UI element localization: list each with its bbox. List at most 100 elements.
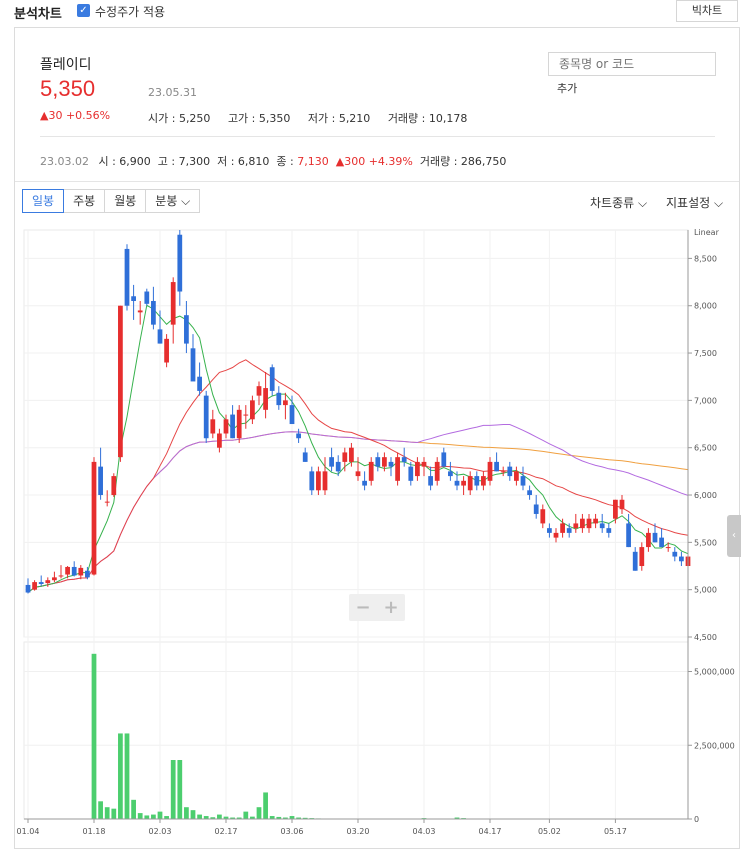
candle-body (448, 471, 453, 477)
candle-body (540, 509, 546, 524)
candle-body (316, 471, 321, 491)
candle-body (335, 461, 341, 472)
chevron-left-icon[interactable]: ‹ (727, 515, 741, 557)
candle-body (296, 433, 301, 439)
volume-tick-label: 0 (694, 815, 699, 824)
volume-bar (256, 807, 262, 819)
volume-bar (118, 733, 123, 819)
candle-body (309, 471, 315, 491)
candle-body (190, 348, 196, 382)
candle-body (157, 329, 163, 344)
candle-body (626, 523, 631, 548)
candle-body (144, 291, 150, 304)
candle-body (283, 400, 288, 406)
volume-bar (243, 811, 249, 819)
date-tick-label: 03.20 (347, 827, 370, 836)
candle-body (533, 504, 539, 514)
candle-body (355, 471, 361, 477)
candle-body (223, 419, 229, 434)
zoom-in-icon[interactable]: + (377, 594, 405, 621)
scale-label: Linear (694, 228, 720, 237)
candle-body (322, 471, 328, 491)
candle-body (566, 528, 572, 533)
price-tick-label: 5,000 (694, 586, 717, 595)
price-tick-label: 7,000 (694, 396, 717, 405)
zoom-out-icon[interactable]: − (349, 594, 377, 621)
candle-body (203, 395, 209, 439)
candle-body (421, 461, 427, 467)
candle-body (170, 282, 176, 325)
candle-body (593, 518, 598, 524)
candle-body (652, 532, 658, 543)
date-tick-label: 03.06 (281, 827, 304, 836)
candle-body (177, 234, 183, 292)
candle-body (38, 582, 44, 584)
candle-body (236, 409, 242, 439)
candle-body (599, 523, 605, 529)
candle-body (619, 499, 625, 510)
date-tick-label: 02.03 (149, 827, 172, 836)
candle-body (487, 461, 493, 481)
candle-body (45, 580, 51, 584)
candle-body (500, 471, 506, 473)
candle-body (395, 457, 400, 481)
volume-bar (197, 814, 202, 819)
volume-bar (144, 815, 150, 819)
candle-body (388, 461, 394, 467)
candle-body (151, 300, 156, 325)
volume-bars (91, 653, 466, 820)
candle-body (98, 466, 103, 496)
price-tick-label: 8,500 (694, 254, 717, 263)
volume-bar (157, 811, 163, 819)
candle-body (71, 566, 77, 576)
candle-body (85, 570, 90, 578)
candle-body (329, 457, 334, 467)
candle-body (408, 466, 414, 481)
candle-body (454, 480, 460, 486)
volume-tick-label: 5,000,000 (694, 668, 735, 677)
candle-body (65, 566, 70, 575)
candle-body (646, 532, 651, 548)
volume-tick-label: 2,500,000 (694, 741, 735, 750)
candle-body (104, 501, 110, 503)
candle-body (91, 461, 97, 575)
volume-bar (137, 813, 143, 819)
candle-body (131, 296, 136, 301)
volume-bar (177, 760, 183, 819)
candle-body (362, 480, 367, 486)
candle-body (32, 582, 37, 590)
price-tick-label: 6,000 (694, 491, 717, 500)
candle-body (197, 376, 202, 391)
candle-body (659, 537, 664, 548)
volume-bar (263, 792, 268, 819)
date-tick-label: 05.02 (538, 827, 561, 836)
price-tick-label: 5,500 (694, 538, 717, 547)
zoom-control: − + (349, 594, 405, 621)
candle-body (474, 476, 480, 486)
candle-body (481, 476, 486, 486)
candle-body (586, 518, 592, 529)
candle-body (375, 457, 381, 467)
date-tick-label: 04.03 (413, 827, 436, 836)
volume-bar (111, 808, 117, 819)
candle-body (428, 476, 433, 486)
stock-chart[interactable]: Linear 8,500 8,000 7,500 7,000 6,500 6,000 5,50… (0, 0, 754, 855)
candle-body (382, 457, 387, 467)
candle-body (514, 471, 519, 481)
candle-body (632, 551, 638, 571)
volume-bar (104, 807, 110, 819)
candle-body (672, 551, 678, 557)
volume-bar (98, 801, 103, 819)
tab-daily[interactable]: 일봉 (22, 189, 65, 213)
candle-body (461, 480, 466, 486)
candle-body (553, 532, 559, 538)
candle-body (547, 528, 552, 533)
price-tick-label: 6,500 (694, 444, 717, 453)
candle-body (679, 556, 684, 562)
candle-body (368, 461, 374, 481)
candle-body (434, 461, 440, 481)
candle-body (118, 305, 123, 458)
candle-body (494, 461, 499, 472)
candle-body (58, 575, 64, 577)
candle-body (639, 547, 645, 567)
